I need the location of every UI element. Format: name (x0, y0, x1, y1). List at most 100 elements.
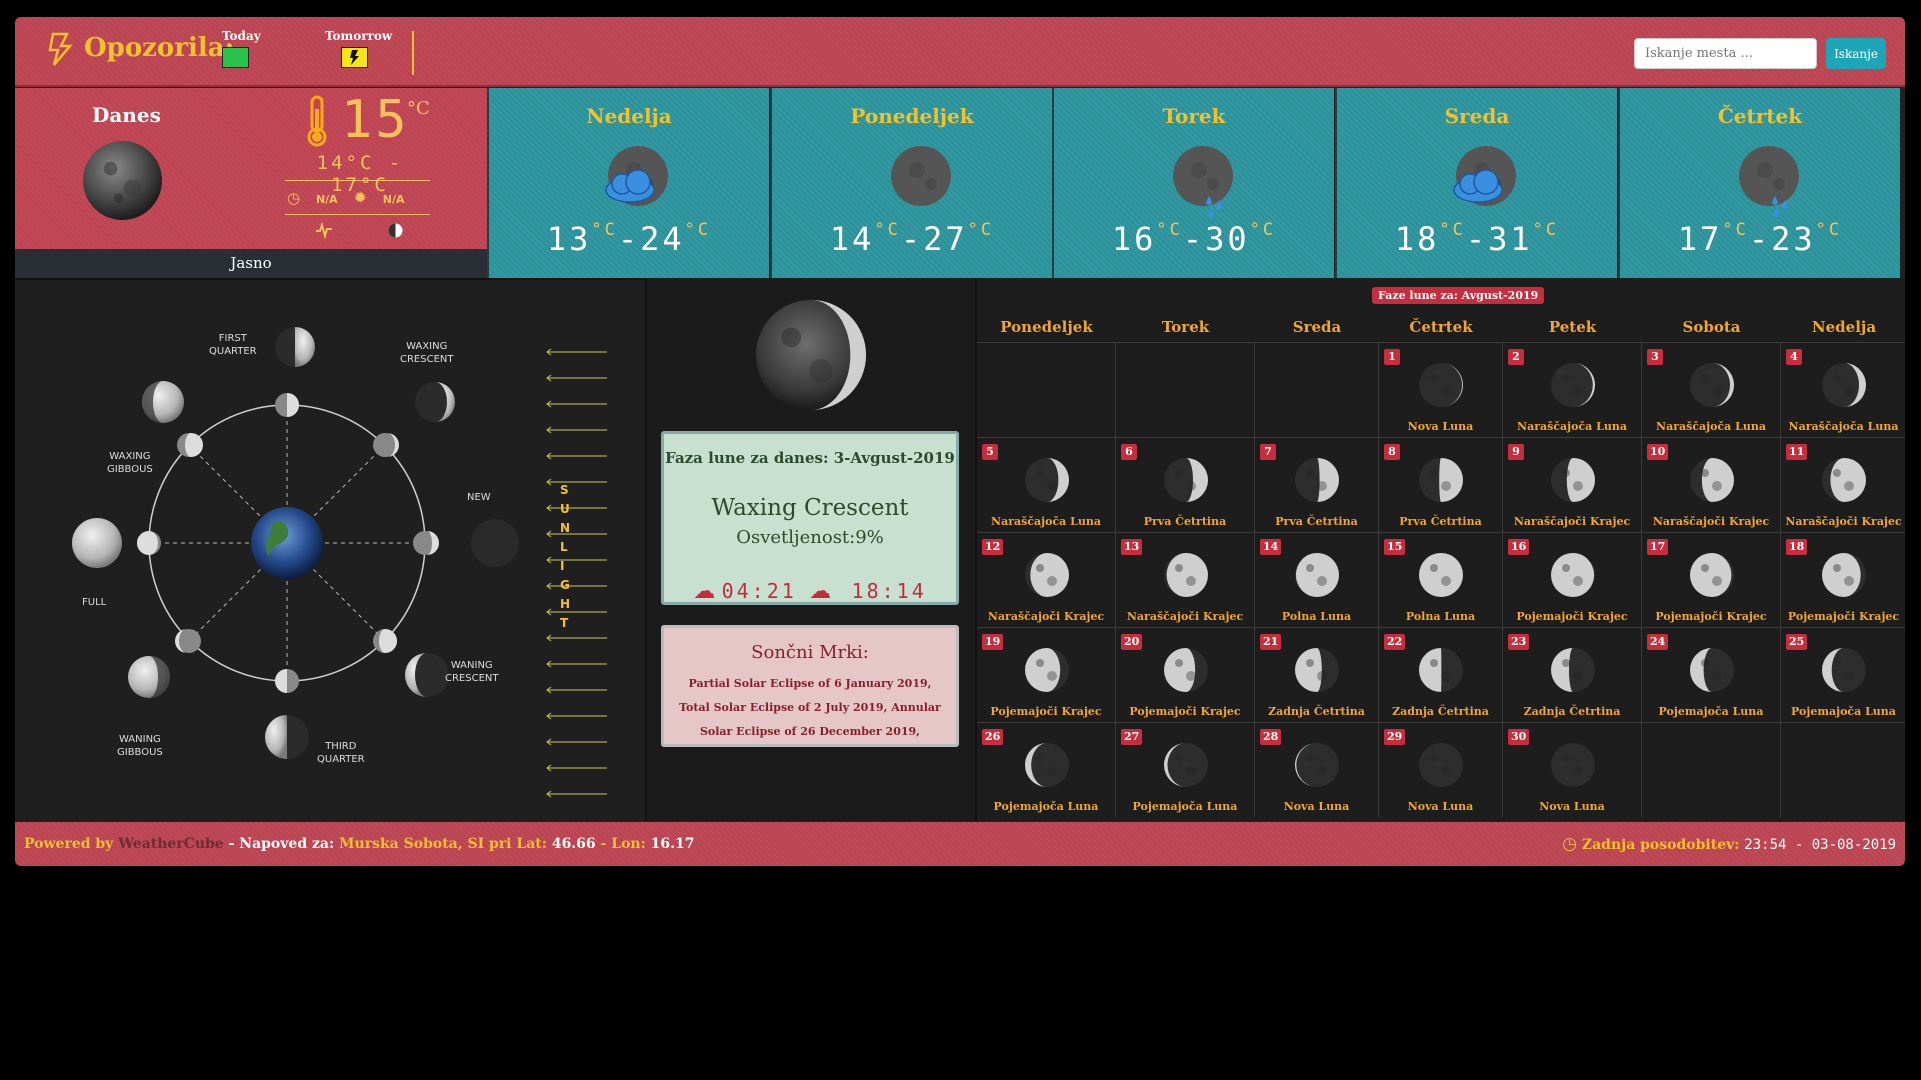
moon-phase-label: Prva Četrtina (1399, 515, 1482, 528)
moon-phase-name: Waxing Crescent (711, 495, 909, 521)
cloud-moon-icon (1453, 146, 1516, 206)
label-waning-gibbous: WANING GIBBOUS (117, 734, 163, 758)
clock-icon: ◷ (287, 189, 301, 207)
day-number: 3 (1647, 349, 1663, 365)
day-number: 22 (1384, 634, 1406, 650)
calendar-day-cell: 21 Zadnja Četrtina (1255, 627, 1379, 722)
moon-phase-icon (1024, 648, 1069, 692)
unit: °C (1439, 220, 1466, 240)
alert-tomorrow-label: Tomorrow (325, 29, 393, 43)
label-waxing-crescent: WAXING CRESCENT (400, 341, 454, 365)
day-number: 6 (1121, 444, 1137, 460)
forecast-day-0: Nedelja 13°C-24°C (487, 88, 769, 278)
moon-phase-heading: Faza lune za danes: 3-Avgust-2019 (665, 449, 955, 467)
moonrise-time: 04:21 (721, 579, 797, 603)
moon-phase-label: Prva Četrtina (1275, 515, 1358, 528)
alert-today-level[interactable] (222, 47, 249, 68)
calendar-day-cell (1116, 342, 1255, 437)
day-number: 14 (1260, 539, 1282, 555)
forecast-low: 16 (1111, 220, 1157, 258)
forecast-day-name: Sreda (1444, 104, 1510, 128)
calendar-day-cell (1781, 722, 1905, 817)
day-number: 24 (1647, 634, 1669, 650)
forecast-temperature-range: 18°C-31°C (1394, 220, 1560, 258)
day-number: 11 (1786, 444, 1808, 460)
moon-phase-icon (1295, 743, 1339, 787)
moon-phase-icon (1295, 458, 1339, 502)
moon-phase-label: Nova Luna (1407, 800, 1474, 813)
moon-calendar: Faze lune za: Avgust-2019 Ponedeljek Tore… (975, 278, 1905, 821)
last-update-label: Zadnja posodobitev: (1581, 837, 1740, 853)
sun-info: ◷ N/A ✹ N/A (287, 188, 405, 207)
calendar-day-cell: 6 Prva Četrtina (1116, 437, 1255, 532)
calendar-day-cell: 2 Naraščajoča Luna (1503, 342, 1642, 437)
calendar-day-cell: 17 Pojemajoči Krajec (1642, 532, 1781, 627)
unit: °C (1249, 220, 1277, 240)
moon-phase-label: Pojemajoči Krajec (990, 705, 1102, 718)
calendar-day-cell: 24 Pojemajoča Luna (1642, 627, 1781, 722)
forecast-day-2: Torek 16°C-30°C (1052, 88, 1334, 278)
sunlight-letter: G (560, 578, 570, 592)
day-number: 30 (1508, 729, 1530, 745)
moon-phase-icon (1822, 648, 1866, 692)
moon-phase-icon (1024, 743, 1069, 787)
forecast-temperature-range: 14°C-27°C (829, 220, 995, 258)
moon-phase-label: Naraščajoča Luna (1788, 420, 1899, 433)
label-full: FULL (82, 597, 107, 608)
search-button[interactable]: Iskanje (1826, 38, 1886, 69)
moon-phase-label: Pojemajoči Krajec (1129, 705, 1241, 718)
forecast-high: 27 (923, 220, 968, 258)
calendar-day-cell: 8 Prva Četrtina (1379, 437, 1503, 532)
moon-phase-icon (1024, 553, 1069, 597)
half-moon-icon (388, 223, 403, 238)
moon-phase-icon (1550, 363, 1595, 407)
moon-phase-label: Pojemajoča Luna (1132, 800, 1238, 813)
thermometer-icon (307, 95, 327, 147)
moon-phase-icon (1689, 553, 1734, 597)
moon-icon (891, 146, 951, 206)
day-number: 8 (1384, 444, 1400, 460)
weekday-header: Nedelja (1811, 318, 1877, 336)
moon-icon (82, 140, 163, 221)
today-title: Danes (92, 103, 161, 127)
moonrise-icon: ☁ (693, 579, 716, 604)
alert-tomorrow-level[interactable] (341, 47, 368, 68)
forecast-low: 17 (1677, 220, 1723, 258)
day-number: 7 (1260, 444, 1276, 460)
moon-phase-label: Naraščajoča Luna (1656, 420, 1766, 433)
day-number: 4 (1786, 349, 1802, 365)
moon-phase-icon (1822, 458, 1866, 502)
day-number: 25 (1786, 634, 1808, 650)
moon-phase-icon (1689, 363, 1734, 407)
day-number: 17 (1647, 539, 1669, 555)
calendar-day-cell: 11 Naraščajoči Krajec (1781, 437, 1905, 532)
moon-phase-label: Naraščajoči Krajec (1785, 515, 1902, 528)
forecast-day-1: Ponedeljek 14°C-27°C (770, 88, 1052, 278)
unit: °C (1722, 220, 1749, 240)
alerts-title: Opozorila: (84, 33, 235, 63)
day-number: 1 (1384, 349, 1400, 365)
lon-label: - Lon: (600, 836, 646, 852)
label-waning-crescent: WANING CRESCENT (445, 660, 499, 684)
calendar-day-cell (1255, 342, 1379, 437)
calendar-day-cell: 10 Naraščajoči Krajec (1642, 437, 1781, 532)
moon-times: ☁ 04:21 ☁ 18:14 (664, 579, 956, 604)
calendar-day-cell: 26 Pojemajoča Luna (977, 722, 1116, 817)
weekday-header: Sobota (1682, 318, 1741, 336)
divider (285, 180, 430, 181)
forecast-low: 14 (829, 220, 875, 258)
footer: Powered by WeatherCube - Napoved za: Mur… (15, 822, 1905, 866)
moon-phase-diagram: FIRST QUARTER WAXING CRESCENT WAXING GIB… (15, 278, 645, 821)
calendar-day-cell: 16 Pojemajoči Krajec (1503, 532, 1642, 627)
moon-phase-icon (1163, 743, 1208, 787)
search-input[interactable] (1634, 38, 1817, 69)
footer-update: ◷ Zadnja posodobitev: 23:54 - 03-08-2019 (1562, 822, 1896, 866)
moon-phase-label: Nova Luna (1539, 800, 1605, 813)
weekday-header: Sreda (1292, 318, 1342, 336)
calendar-day-cell: 1 Nova Luna (1379, 342, 1503, 437)
forecast-day-name: Četrtek (1717, 104, 1803, 128)
moon-illumination: Osvetljenost:9% (736, 527, 884, 548)
day-number: 19 (982, 634, 1004, 650)
current-temperature: 15 (341, 90, 410, 150)
brand-link[interactable]: WeatherCube (118, 836, 224, 852)
